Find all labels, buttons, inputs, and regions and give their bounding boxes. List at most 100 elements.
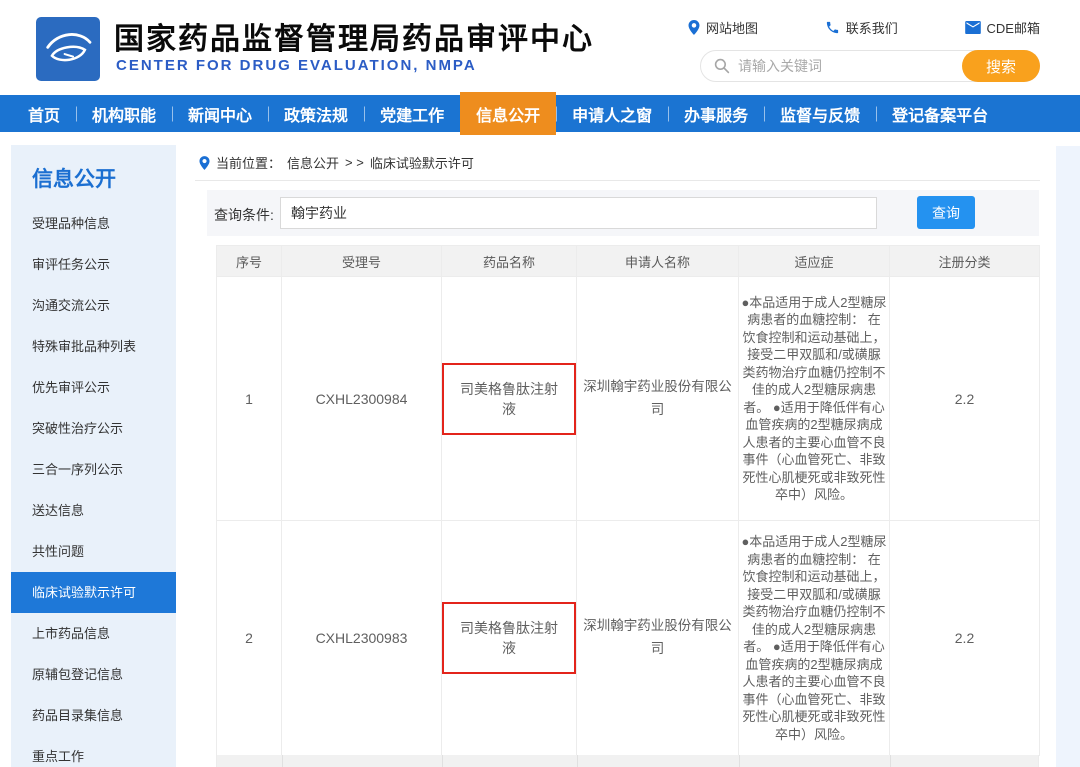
sidebar-item-label: 重点工作 bbox=[32, 749, 84, 764]
mailbox-link[interactable]: CDE邮箱 bbox=[965, 18, 1040, 37]
quick-links: 网站地图 联系我们 CDE邮箱 bbox=[688, 18, 1040, 37]
cell-drug-name: 司美格鲁肽注射液 bbox=[442, 521, 577, 756]
sidebar-item-label: 突破性治疗公示 bbox=[32, 421, 123, 436]
next-row-partial bbox=[216, 755, 1039, 767]
sidebar-item[interactable]: 共性问题 bbox=[11, 531, 176, 572]
sidebar-item[interactable]: 审评任务公示 bbox=[11, 244, 176, 285]
search-icon bbox=[714, 58, 730, 74]
registration-category: 2.2 bbox=[955, 630, 974, 646]
cell-acceptance-no: CXHL2300984 bbox=[282, 277, 442, 521]
query-bar: 查询条件: 查询 bbox=[207, 190, 1039, 236]
cell-applicant: 深圳翰宇药业股份有限公司 bbox=[577, 277, 739, 521]
nav-item[interactable]: 党建工作 bbox=[364, 95, 460, 132]
row-index: 1 bbox=[245, 391, 253, 407]
sitemap-label: 网站地图 bbox=[706, 18, 758, 37]
site-title: 国家药品监督管理局药品审评中心 bbox=[114, 14, 594, 58]
registration-category: 2.2 bbox=[955, 391, 974, 407]
mail-icon bbox=[965, 21, 981, 34]
nav-item-label: 信息公开 bbox=[476, 102, 540, 126]
sidebar-item[interactable]: 重点工作 bbox=[11, 736, 176, 767]
sidebar-item-label: 送达信息 bbox=[32, 503, 84, 518]
sidebar-item[interactable]: 特殊审批品种列表 bbox=[11, 326, 176, 367]
nav-item[interactable]: 新闻中心 bbox=[172, 95, 268, 132]
nav-item[interactable]: 首页 bbox=[12, 95, 76, 132]
cell-applicant: 深圳翰宇药业股份有限公司 bbox=[577, 521, 739, 756]
sidebar-title: 信息公开 bbox=[11, 145, 176, 203]
page: 国家药品监督管理局药品审评中心 CENTER FOR DRUG EVALUATI… bbox=[0, 0, 1080, 767]
sidebar-item[interactable]: 送达信息 bbox=[11, 490, 176, 531]
column-header: 受理号 bbox=[282, 246, 442, 277]
sidebar-item[interactable]: 三合一序列公示 bbox=[11, 449, 176, 490]
sidebar-item-label: 审评任务公示 bbox=[32, 257, 110, 272]
page-right-margin bbox=[1056, 146, 1080, 767]
sidebar-item[interactable]: 临床试验默示许可 bbox=[11, 572, 176, 613]
breadcrumb-current: 临床试验默示许可 bbox=[370, 153, 474, 172]
drug-name-highlight: 司美格鲁肽注射液 bbox=[442, 363, 576, 435]
location-pin-icon bbox=[688, 20, 700, 35]
nav-item[interactable]: 监督与反馈 bbox=[764, 95, 876, 132]
sidebar-item-label: 共性问题 bbox=[32, 544, 84, 559]
nav-item-label: 办事服务 bbox=[684, 102, 748, 126]
results-table: 序号受理号药品名称申请人名称适应症注册分类 1 CXHL2300984 司美格鲁… bbox=[216, 245, 1040, 756]
indication-text: ●本品适用于成人2型糖尿病患者的血糖控制： 在饮食控制和运动基础上，接受二甲双胍… bbox=[739, 286, 889, 512]
nav-item[interactable]: 机构职能 bbox=[76, 95, 172, 132]
indication-text: ●本品适用于成人2型糖尿病患者的血糖控制： 在饮食控制和运动基础上，接受二甲双胍… bbox=[739, 525, 889, 751]
acceptance-number: CXHL2300984 bbox=[316, 391, 408, 407]
phone-icon bbox=[825, 20, 840, 35]
column-header: 申请人名称 bbox=[577, 246, 739, 277]
nav-item-label: 机构职能 bbox=[92, 102, 156, 126]
sidebar-item[interactable]: 上市药品信息 bbox=[11, 613, 176, 654]
cell-index: 2 bbox=[217, 521, 282, 756]
contact-label: 联系我们 bbox=[846, 18, 898, 37]
nav-item-label: 首页 bbox=[28, 102, 60, 126]
breadcrumb-section[interactable]: 信息公开 bbox=[287, 153, 339, 172]
sitemap-link[interactable]: 网站地图 bbox=[688, 18, 758, 37]
nav-item-label: 监督与反馈 bbox=[780, 102, 860, 126]
nav-item[interactable]: 政策法规 bbox=[268, 95, 364, 132]
mailbox-label: CDE邮箱 bbox=[987, 18, 1040, 37]
acceptance-number: CXHL2300983 bbox=[316, 630, 408, 646]
nav-item-label: 申请人之窗 bbox=[572, 102, 652, 126]
sidebar-item-label: 优先审评公示 bbox=[32, 380, 110, 395]
cell-indication: ●本品适用于成人2型糖尿病患者的血糖控制： 在饮食控制和运动基础上，接受二甲双胍… bbox=[739, 277, 890, 521]
site-subtitle: CENTER FOR DRUG EVALUATION, NMPA bbox=[116, 57, 477, 74]
sidebar-item-label: 三合一序列公示 bbox=[32, 462, 123, 477]
sidebar-item[interactable]: 沟通交流公示 bbox=[11, 285, 176, 326]
cell-indication: ●本品适用于成人2型糖尿病患者的血糖控制： 在饮食控制和运动基础上，接受二甲双胍… bbox=[739, 521, 890, 756]
column-header: 药品名称 bbox=[442, 246, 577, 277]
column-header: 注册分类 bbox=[890, 246, 1040, 277]
cell-category: 2.2 bbox=[890, 521, 1040, 756]
site-search-button[interactable]: 搜索 bbox=[962, 50, 1040, 82]
sidebar-item-label: 药品目录集信息 bbox=[32, 708, 123, 723]
sidebar-item-label: 受理品种信息 bbox=[32, 216, 110, 231]
drug-name-highlight: 司美格鲁肽注射液 bbox=[442, 602, 576, 674]
cell-category: 2.2 bbox=[890, 277, 1040, 521]
sidebar-item-label: 上市药品信息 bbox=[32, 626, 110, 641]
cell-drug-name: 司美格鲁肽注射液 bbox=[442, 277, 577, 521]
query-button[interactable]: 查询 bbox=[917, 196, 975, 229]
nav-item-label: 政策法规 bbox=[284, 102, 348, 126]
swan-icon bbox=[41, 22, 95, 76]
sidebar-item[interactable]: 受理品种信息 bbox=[11, 203, 176, 244]
main-content: 当前位置：信息公开 > > 临床试验默示许可 查询条件: 查询 序号受理号药品名… bbox=[195, 145, 1040, 767]
sidebar-item[interactable]: 优先审评公示 bbox=[11, 367, 176, 408]
nav-item[interactable]: 办事服务 bbox=[668, 95, 764, 132]
breadcrumb-label: 当前位置： bbox=[216, 153, 281, 172]
sidebar-item[interactable]: 药品目录集信息 bbox=[11, 695, 176, 736]
nav-item[interactable]: 信息公开 bbox=[460, 92, 556, 135]
applicant-name: 深圳翰宇药业股份有限公司 bbox=[577, 376, 738, 422]
row-index: 2 bbox=[245, 630, 253, 646]
nav-item[interactable]: 申请人之窗 bbox=[556, 95, 668, 132]
sidebar-item-label: 特殊审批品种列表 bbox=[32, 339, 136, 354]
nav-item[interactable]: 登记备案平台 bbox=[876, 95, 1004, 132]
nav-item-label: 党建工作 bbox=[380, 102, 444, 126]
query-input[interactable] bbox=[280, 197, 877, 229]
column-header: 序号 bbox=[217, 246, 282, 277]
location-pin-icon bbox=[199, 156, 210, 170]
sidebar-item[interactable]: 原辅包登记信息 bbox=[11, 654, 176, 695]
sidebar-item[interactable]: 突破性治疗公示 bbox=[11, 408, 176, 449]
breadcrumb: 当前位置：信息公开 > > 临床试验默示许可 bbox=[195, 145, 1040, 181]
contact-link[interactable]: 联系我们 bbox=[825, 18, 898, 37]
sidebar-item-label: 沟通交流公示 bbox=[32, 298, 110, 313]
table-row: 1 CXHL2300984 司美格鲁肽注射液 深圳翰宇药业股份有限公司 ●本品适… bbox=[217, 277, 1040, 521]
